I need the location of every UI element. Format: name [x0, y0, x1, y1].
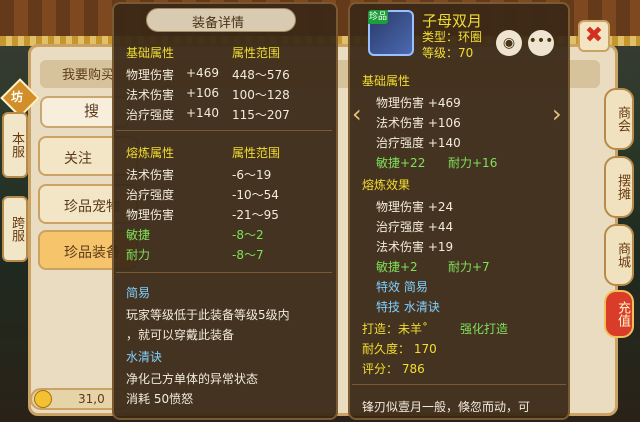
tab-cross-server[interactable]: 跨服	[2, 196, 28, 262]
next-item-arrow-icon[interactable]: ›	[552, 100, 562, 128]
item-level: 等级：70	[422, 46, 474, 60]
forge-enhance: 强化打造	[460, 322, 509, 336]
special-effect-line: 特效 简易	[376, 280, 428, 294]
refine-range-header: 属性范围	[232, 146, 281, 160]
tab-recharge[interactable]: 充值	[604, 290, 634, 338]
item-flavor-text: 锋刃似壹月一般，倏忽而动，可	[362, 400, 531, 414]
section-divider	[116, 130, 332, 131]
search-button[interactable]: 搜	[84, 100, 99, 121]
special-effect-name: 简易	[126, 286, 151, 300]
refine-attr-range: -10～54	[232, 188, 279, 202]
refine-attr-header: 熔炼属性	[126, 146, 175, 160]
shop-title: 我要购买	[62, 68, 115, 83]
section-divider	[116, 272, 332, 273]
refine-bonus-agility: 敏捷+2	[376, 260, 418, 274]
base-attr-line: 治疗强度 +140	[376, 136, 461, 150]
tab-guild-market[interactable]: 商会	[604, 88, 634, 150]
refine-bonus-stamina: 耐力+7	[448, 260, 490, 274]
base-attr-header: 基础属性	[126, 46, 175, 60]
base-attr-range: 115～207	[232, 108, 290, 122]
currency-value: 31,0	[78, 392, 105, 406]
refine-attr-name: 治疗强度	[126, 188, 175, 202]
panel-title: 装备详情	[192, 16, 245, 31]
base-range-header: 属性范围	[232, 46, 281, 60]
base-attr-name: 法术伤害	[126, 88, 175, 102]
refine-effect-header: 熔炼效果	[362, 178, 411, 192]
prev-item-arrow-icon[interactable]: ‹	[352, 100, 362, 128]
refine-attr-range: -6～19	[232, 168, 272, 182]
refine-attr-name: 耐力	[126, 248, 151, 262]
refine-effect-line: 物理伤害 +24	[376, 200, 454, 214]
refine-attr-range: -21～95	[232, 208, 279, 222]
base-attr-value: +469	[186, 66, 219, 80]
special-skill-cost: 消耗 50愤怒	[126, 392, 194, 406]
close-button[interactable]: ✖	[578, 20, 610, 52]
tab-local-server[interactable]: 本服	[2, 112, 28, 178]
base-attr-value: +140	[186, 106, 219, 120]
rare-tag: 珍品	[368, 10, 388, 24]
market-badge-label: 坊	[11, 90, 24, 104]
tab-stall[interactable]: 摆摊	[604, 156, 634, 218]
special-effect-desc: 玩家等级低于此装备等级5级内	[126, 308, 290, 322]
more-icon[interactable]: •••	[528, 30, 554, 56]
item-type: 类型：环圈	[422, 30, 483, 44]
eye-icon[interactable]: ◉	[496, 30, 522, 56]
special-skill-name: 水清诀	[126, 350, 163, 364]
base-attr-line: 法术伤害 +106	[376, 116, 461, 130]
base-attr-range: 448～576	[232, 68, 290, 82]
base-attr-name: 物理伤害	[126, 68, 175, 82]
special-effect-desc: ，就可以穿戴此装备	[126, 328, 235, 342]
base-attr-value: +106	[186, 86, 219, 100]
refine-attr-name: 敏捷	[126, 228, 151, 242]
refine-effect-line: 治疗强度 +44	[376, 220, 454, 234]
refine-attr-range: -8～2	[232, 228, 264, 242]
tab-mall[interactable]: 商城	[604, 224, 634, 286]
special-skill-desc: 净化己方单体的异常状态	[126, 372, 259, 386]
base-bonus-agility: 敏捷+22	[376, 156, 426, 170]
score-line: 评分： 786	[362, 362, 425, 376]
base-attr-line: 物理伤害 +469	[376, 96, 461, 110]
durability-line: 耐久度： 170	[362, 342, 437, 356]
refine-attr-range: -8～7	[232, 248, 264, 262]
special-skill-line: 特技 水清诀	[376, 300, 440, 314]
section-divider	[352, 384, 566, 385]
refine-effect-line: 法术伤害 +19	[376, 240, 454, 254]
coin-icon	[34, 390, 52, 408]
base-attr-range: 100～128	[232, 88, 290, 102]
base-attr-name: 治疗强度	[126, 108, 175, 122]
forge-line: 打造：未羊˚	[362, 322, 429, 336]
refine-attr-name: 法术伤害	[126, 168, 175, 182]
base-attr-header: 基础属性	[362, 74, 411, 88]
refine-attr-name: 物理伤害	[126, 208, 175, 222]
base-bonus-stamina: 耐力+16	[448, 156, 498, 170]
